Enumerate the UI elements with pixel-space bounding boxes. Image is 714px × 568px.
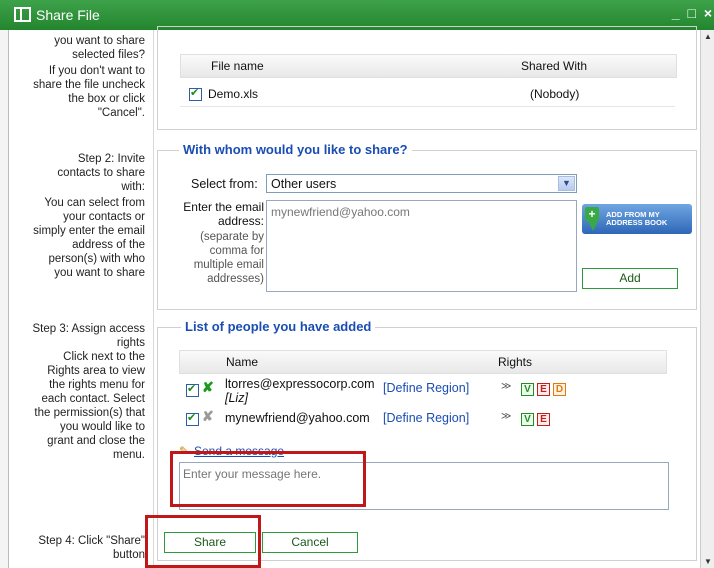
people-section-title: List of people you have added (181, 319, 376, 334)
step1-partial: you want to share selected files? (54, 35, 145, 61)
name-header: Name (226, 355, 259, 369)
step4-title: Step 4: Click "Share" button (38, 535, 145, 561)
files-table-header: File name Shared With (180, 54, 677, 78)
step1-description: If you don't want to share the file unch… (33, 65, 145, 119)
send-message-link[interactable]: Send a message (194, 444, 284, 458)
files-section (157, 26, 697, 130)
add-button[interactable]: Add (582, 268, 678, 289)
person-checkbox[interactable] (186, 411, 199, 426)
window-title: Share File (36, 7, 100, 23)
instructions-sidebar: you want to share selected files? If you… (10, 30, 145, 568)
select-from-value: Other users (271, 177, 337, 191)
step2-description: You can select from your contacts or sim… (33, 197, 145, 279)
step3-title: Step 3: Assign access rights (32, 323, 145, 349)
view-right-icon[interactable]: V (521, 383, 534, 396)
rights-icons: VED (521, 381, 569, 396)
email-label: Enter the email address: (183, 200, 264, 228)
file-shared-with: (Nobody) (530, 87, 580, 101)
view-right-icon[interactable]: V (521, 413, 534, 426)
email-hint: (separate by comma for multiple email ad… (193, 231, 264, 285)
person-checkbox[interactable] (186, 382, 199, 397)
delete-right-icon[interactable]: D (553, 383, 566, 396)
people-table-header: Name Rights (179, 350, 667, 374)
step2-title: Step 2: Invite contacts to share with: (57, 153, 145, 193)
share-file-icon (14, 7, 31, 22)
scroll-down-icon[interactable]: ▼ (704, 557, 712, 566)
main-panel: File name Shared With Demo.xls (Nobody) … (153, 26, 700, 568)
cancel-button[interactable]: Cancel (262, 532, 358, 553)
rights-menu-chevron-icon[interactable]: ≫ (501, 381, 511, 392)
select-from-dropdown[interactable]: Other users ▼ (266, 174, 577, 193)
share-section-title: With whom would you like to share? (179, 142, 412, 157)
message-textarea[interactable] (179, 462, 669, 510)
person-row: ✘ mynewfriend@yahoo.com [Define Region] … (179, 407, 665, 431)
email-textarea[interactable]: mynewfriend@yahoo.com (266, 200, 577, 292)
rights-header: Rights (498, 355, 533, 369)
plus-icon: + (585, 207, 599, 221)
shared-with-header: Shared With (521, 59, 588, 73)
window-controls[interactable]: _ □ × (672, 5, 714, 21)
define-region-link[interactable]: [Define Region] (383, 411, 469, 425)
rights-icons: VE (521, 411, 553, 426)
pencil-icon: ✎ (179, 444, 190, 458)
file-checkbox[interactable] (189, 86, 202, 101)
select-from-label: Select from: (191, 177, 258, 191)
person-alias: [Liz] (225, 391, 248, 405)
step3-description: Click next to the Rights area to view th… (34, 351, 145, 461)
person-email: mynewfriend@yahoo.com (225, 411, 370, 425)
down-arrow-icon (588, 221, 598, 231)
edit-right-icon[interactable]: E (537, 383, 550, 396)
user-icon: ✘ (202, 379, 214, 395)
vertical-scrollbar[interactable]: ▲ ▼ (700, 30, 714, 568)
file-name-header: File name (211, 59, 264, 73)
chevron-down-icon[interactable]: ▼ (558, 176, 575, 191)
define-region-link[interactable]: [Define Region] (383, 381, 469, 395)
user-icon: ✘ (202, 408, 214, 424)
address-book-label: ADD FROM MY ADDRESS BOOK (606, 210, 668, 227)
file-name: Demo.xls (208, 87, 259, 101)
person-email: ltorres@expressocorp.com (225, 377, 375, 391)
edit-right-icon[interactable]: E (537, 413, 550, 426)
share-button[interactable]: Share (164, 532, 256, 553)
file-row: Demo.xls (Nobody) (180, 82, 675, 107)
rights-menu-chevron-icon[interactable]: ≫ (501, 411, 511, 422)
person-row: ✘ ltorres@expressocorp.com [Liz] [Define… (179, 375, 665, 407)
add-from-address-book-button[interactable]: + ADD FROM MY ADDRESS BOOK (582, 204, 692, 234)
scroll-up-icon[interactable]: ▲ (704, 32, 712, 41)
